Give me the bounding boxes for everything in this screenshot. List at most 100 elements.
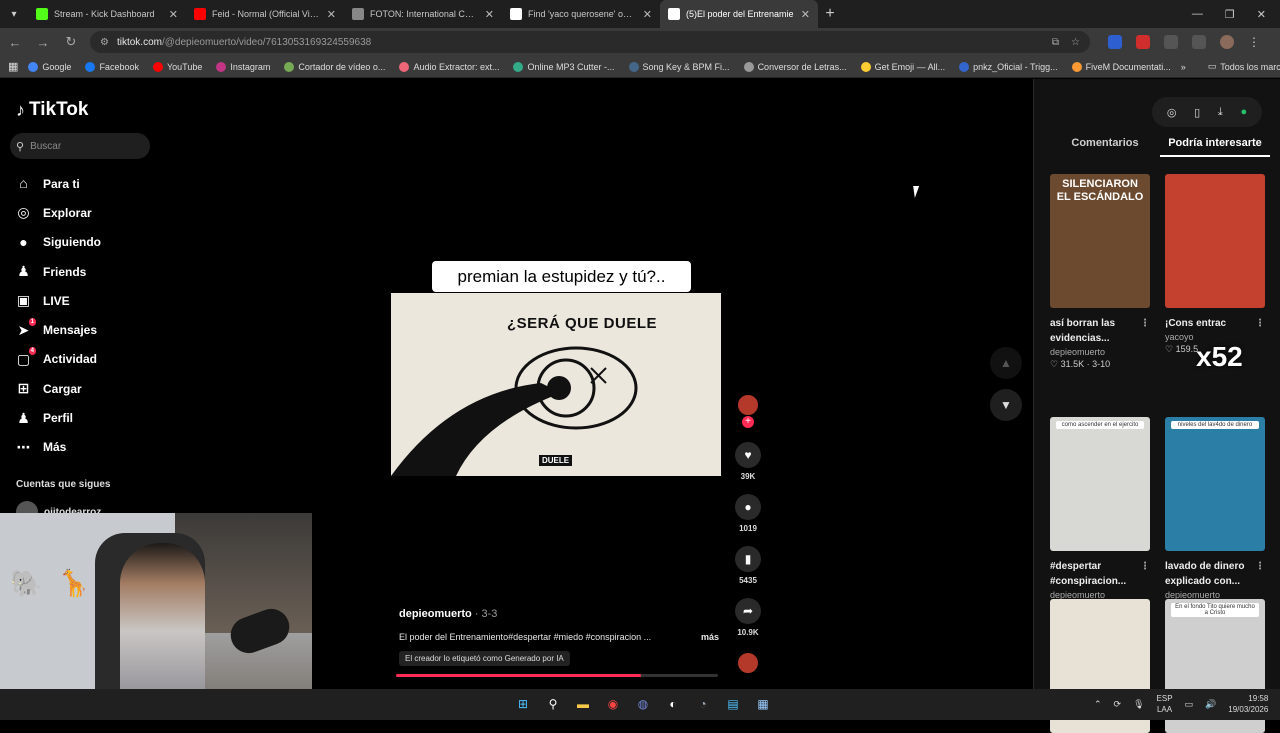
bookmark-item[interactable]: Facebook bbox=[85, 61, 139, 72]
tab-recommended[interactable]: Podría interesarte bbox=[1160, 137, 1270, 157]
kebab-menu-icon[interactable]: ⋮ bbox=[1255, 316, 1265, 331]
new-tab-button[interactable]: + bbox=[818, 5, 842, 23]
card-author[interactable]: depieomuerto bbox=[1050, 347, 1150, 357]
browser-tab[interactable]: FOTON: International Commer ✕ bbox=[344, 0, 502, 28]
download-icon[interactable]: ⤓ bbox=[1218, 106, 1223, 119]
sync-icon[interactable]: ⟳ bbox=[1114, 699, 1122, 710]
phone-icon[interactable]: ▯ bbox=[1194, 106, 1200, 119]
close-window-icon[interactable]: ✕ bbox=[1257, 8, 1266, 21]
windows-start-icon[interactable]: ⊞ bbox=[512, 693, 534, 715]
back-icon[interactable]: ← bbox=[6, 35, 24, 50]
bookmark-item[interactable]: Google bbox=[28, 61, 71, 72]
close-tab-icon[interactable]: ✕ bbox=[643, 8, 652, 21]
tiktok-logo[interactable]: ♪ TikTok bbox=[16, 99, 88, 121]
recommended-video-card[interactable]: SILENCIARON EL ESCÁNDALO así borran las e… bbox=[1050, 174, 1150, 370]
heart-icon[interactable]: ♥ bbox=[735, 442, 761, 468]
volume-icon[interactable]: 🔊 bbox=[1205, 699, 1216, 710]
close-tab-icon[interactable]: ✕ bbox=[327, 8, 336, 21]
video-thumbnail[interactable]: SILENCIARON EL ESCÁNDALO bbox=[1050, 174, 1150, 308]
recommended-video-card[interactable]: como ascender en el ejercito #despertar #… bbox=[1050, 417, 1150, 613]
file-explorer-icon[interactable]: ▬ bbox=[572, 693, 594, 715]
tab-comments[interactable]: Comentarios bbox=[1050, 137, 1160, 157]
sidebar-item-mensajes[interactable]: ➤ 1 Mensajes bbox=[16, 315, 101, 344]
bookmark-item[interactable]: Instagram bbox=[216, 61, 270, 72]
sidebar-item-más[interactable]: ⋯ Más bbox=[16, 433, 101, 462]
minimize-icon[interactable]: — bbox=[1192, 8, 1203, 21]
restore-icon[interactable]: ❐ bbox=[1225, 8, 1235, 21]
apps-icon[interactable]: ▦ bbox=[8, 60, 18, 73]
kebab-menu-icon[interactable]: ⋮ bbox=[1140, 559, 1150, 574]
cast-icon[interactable]: ⧉ bbox=[1052, 37, 1059, 48]
recommended-video-card[interactable]: ¡Cons entrac ⋮ yacoyo ♡ 159.5 bbox=[1165, 174, 1265, 355]
bookmark-item[interactable]: Audio Extractor: ext... bbox=[399, 61, 499, 72]
sidebar-item-friends[interactable]: ♟ Friends bbox=[16, 257, 101, 286]
sidebar-item-perfil[interactable]: ♟ Perfil bbox=[16, 403, 101, 432]
sidebar-item-explorar[interactable]: ◎ Explorar bbox=[16, 198, 101, 227]
sidebar-item-cargar[interactable]: ⊞ Cargar bbox=[16, 374, 101, 403]
close-tab-icon[interactable]: ✕ bbox=[169, 8, 178, 21]
share-action[interactable]: ➦ 10.9K bbox=[733, 598, 763, 637]
browser-tab[interactable]: (5)El poder del Entrenamie ✕ bbox=[660, 0, 818, 28]
bookmarks-all[interactable]: » ▭ Todos los marcadores bbox=[1181, 61, 1280, 72]
recommended-video-card[interactable]: niveles del lav4do de dinero lavado de di… bbox=[1165, 417, 1265, 613]
obs-icon[interactable]: ◐ bbox=[662, 693, 684, 715]
video-thumbnail[interactable]: niveles del lav4do de dinero bbox=[1165, 417, 1265, 551]
close-tab-icon[interactable]: ✕ bbox=[801, 8, 810, 21]
extension-icon[interactable] bbox=[1136, 35, 1150, 49]
extension-icon[interactable] bbox=[1108, 35, 1122, 49]
video-thumbnail[interactable]: como ascender en el ejercito bbox=[1050, 417, 1150, 551]
browser-tab[interactable]: Stream - Kick Dashboard ✕ bbox=[28, 0, 186, 28]
bookmark-item[interactable]: Song Key & BPM Fi... bbox=[628, 61, 730, 72]
video-progress-bar[interactable] bbox=[396, 674, 718, 677]
bookmark-item[interactable]: Cortador de vídeo o... bbox=[284, 61, 385, 72]
compass-icon[interactable]: ◎ bbox=[1167, 106, 1177, 119]
search-input[interactable]: ⚲ Buscar bbox=[10, 133, 150, 159]
save-action[interactable]: ▮ 5435 bbox=[733, 546, 763, 585]
close-tab-icon[interactable]: ✕ bbox=[485, 8, 494, 21]
url-field[interactable]: ⚙ tiktok.com/@depieomuerto/video/7613053… bbox=[90, 31, 1090, 53]
chevron-right-icon[interactable]: » bbox=[1181, 62, 1186, 72]
sidebar-item-para-ti[interactable]: ⌂ Para ti bbox=[16, 169, 101, 198]
previous-video-button[interactable]: ▲ bbox=[990, 347, 1022, 379]
kebab-menu-icon[interactable]: ⋮ bbox=[1248, 35, 1262, 49]
sound-disc[interactable] bbox=[737, 652, 759, 674]
calculator-icon[interactable]: ▦ bbox=[752, 693, 774, 715]
media-icon[interactable] bbox=[1192, 35, 1206, 49]
share-icon[interactable]: ➦ bbox=[735, 598, 761, 624]
profile-avatar-icon[interactable]: ● bbox=[1240, 106, 1247, 118]
search-icon[interactable]: ⚲ bbox=[542, 693, 564, 715]
site-info-icon[interactable]: ⚙ bbox=[100, 37, 109, 48]
follow-plus-icon[interactable]: + bbox=[742, 416, 754, 428]
tab-search-menu[interactable]: ▾ bbox=[0, 9, 28, 20]
author-name[interactable]: depieomuerto bbox=[399, 608, 472, 620]
puzzle-icon[interactable] bbox=[1164, 35, 1178, 49]
browser-tab[interactable]: Find 'yaco querosene' on TikTok ✕ bbox=[502, 0, 660, 28]
like-action[interactable]: ♥ 39K bbox=[733, 442, 763, 481]
creator-avatar[interactable] bbox=[737, 394, 759, 416]
discord-icon[interactable]: ◍ bbox=[632, 693, 654, 715]
avatar[interactable] bbox=[1220, 35, 1234, 49]
comment-icon[interactable]: ● bbox=[735, 494, 761, 520]
bookmark-icon[interactable]: ▮ bbox=[735, 546, 761, 572]
bookmark-item[interactable]: pnkz_Oficial - Trigg... bbox=[959, 61, 1058, 72]
clock[interactable]: 19:58 19/03/2026 bbox=[1228, 693, 1268, 715]
network-icon[interactable]: ▭ bbox=[1185, 699, 1194, 710]
next-video-button[interactable]: ▼ bbox=[990, 389, 1022, 421]
bookmark-item[interactable]: YouTube bbox=[152, 61, 202, 72]
forward-icon[interactable]: → bbox=[34, 35, 52, 50]
kebab-menu-icon[interactable]: ⋮ bbox=[1140, 316, 1150, 331]
chrome-icon[interactable]: ◉ bbox=[602, 693, 624, 715]
bookmark-item[interactable]: Online MP3 Cutter -... bbox=[513, 61, 615, 72]
mic-icon[interactable]: 🎙 bbox=[1133, 699, 1144, 710]
steam-icon[interactable]: ◔ bbox=[692, 693, 714, 715]
bookmark-star-icon[interactable]: ☆ bbox=[1071, 37, 1080, 48]
notepad-icon[interactable]: ▤ bbox=[722, 693, 744, 715]
sidebar-item-live[interactable]: ▣ LIVE bbox=[16, 286, 101, 315]
video-player[interactable]: ¿SERÁ QUE DUELE DUELE bbox=[391, 293, 721, 476]
chevron-up-icon[interactable]: ⌃ bbox=[1094, 699, 1102, 710]
bookmark-item[interactable]: Conversor de Letras... bbox=[743, 61, 847, 72]
bookmark-item[interactable]: FiveM Documentati... bbox=[1071, 61, 1171, 72]
sidebar-item-actividad[interactable]: ▢ 4 Actividad bbox=[16, 345, 101, 374]
video-author[interactable]: depieomuerto · 3-3 bbox=[399, 608, 497, 620]
comment-action[interactable]: ● 1019 bbox=[733, 494, 763, 533]
